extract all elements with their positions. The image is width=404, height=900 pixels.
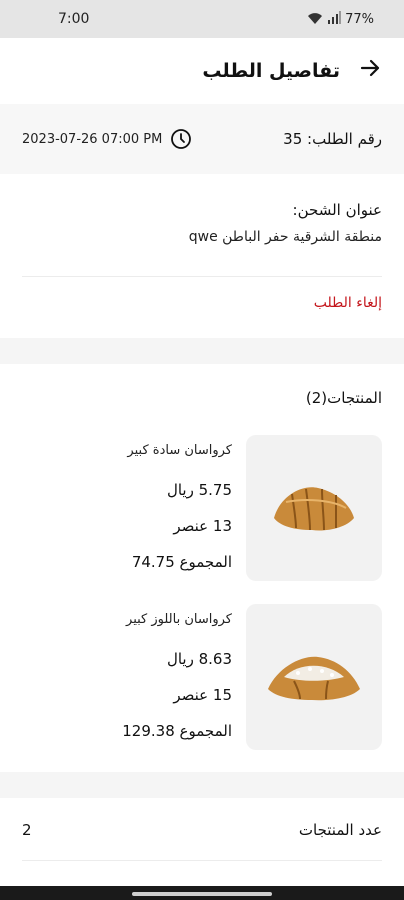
items-count-label: عدد المنتجات [298,821,382,839]
croissant-almond-image [246,604,382,750]
clock-icon [170,128,192,150]
section-gap [0,772,404,798]
product-quantity: 15 عنصر [173,686,232,704]
product-name: كرواسان باللوز كبير [126,612,232,627]
order-datetime-text: 2023-07-26 07:00 PM [22,131,163,147]
system-nav-bar [0,886,404,900]
product-price: 5.75 ريال [166,481,232,499]
summary-items-count-row: عدد المنتجات 2 [0,800,404,860]
divider [22,860,382,861]
battery-level: 77% [345,11,374,27]
status-bar: 7:00 77% [0,0,404,38]
shipping-address: منطقة الشرقية حفر الباطن qwe [188,229,382,245]
items-count-value: 2 [22,821,32,839]
page-title: تفاصيل الطلب [202,60,340,82]
product-card[interactable]: كرواسان سادة كبير 5.75 ريال 13 عنصر المج… [0,435,404,585]
order-number: رقم الطلب: 35 [283,130,382,148]
arrow-right-icon [358,56,382,87]
product-price: 8.63 ريال [166,650,232,668]
order-info-row: رقم الطلب: 35 2023-07-26 07:00 PM [0,104,404,174]
home-indicator[interactable] [132,892,272,896]
cancel-order-link[interactable]: إلغاء الطلب [314,295,382,311]
status-icons: 77% [307,10,374,28]
shipping-section [0,174,404,338]
divider [22,276,382,277]
product-name: كرواسان سادة كبير [127,443,232,458]
status-time: 7:00 [58,11,90,27]
product-total: المجموع 74.75 [131,553,232,571]
back-button[interactable] [354,55,386,87]
wifi-icon [307,11,323,28]
product-quantity: 13 عنصر [173,517,232,535]
section-gap [0,338,404,364]
order-datetime: 2023-07-26 07:00 PM [22,128,192,150]
app-bar: تفاصيل الطلب [0,38,404,104]
product-total: المجموع 129.38 [122,722,232,740]
signal-icon [327,10,342,28]
shipping-label: عنوان الشحن: [292,201,382,219]
products-title: المنتجات(2) [305,389,382,407]
croissant-plain-image [246,435,382,581]
product-card[interactable]: كرواسان باللوز كبير 8.63 ريال 15 عنصر ال… [0,604,404,754]
